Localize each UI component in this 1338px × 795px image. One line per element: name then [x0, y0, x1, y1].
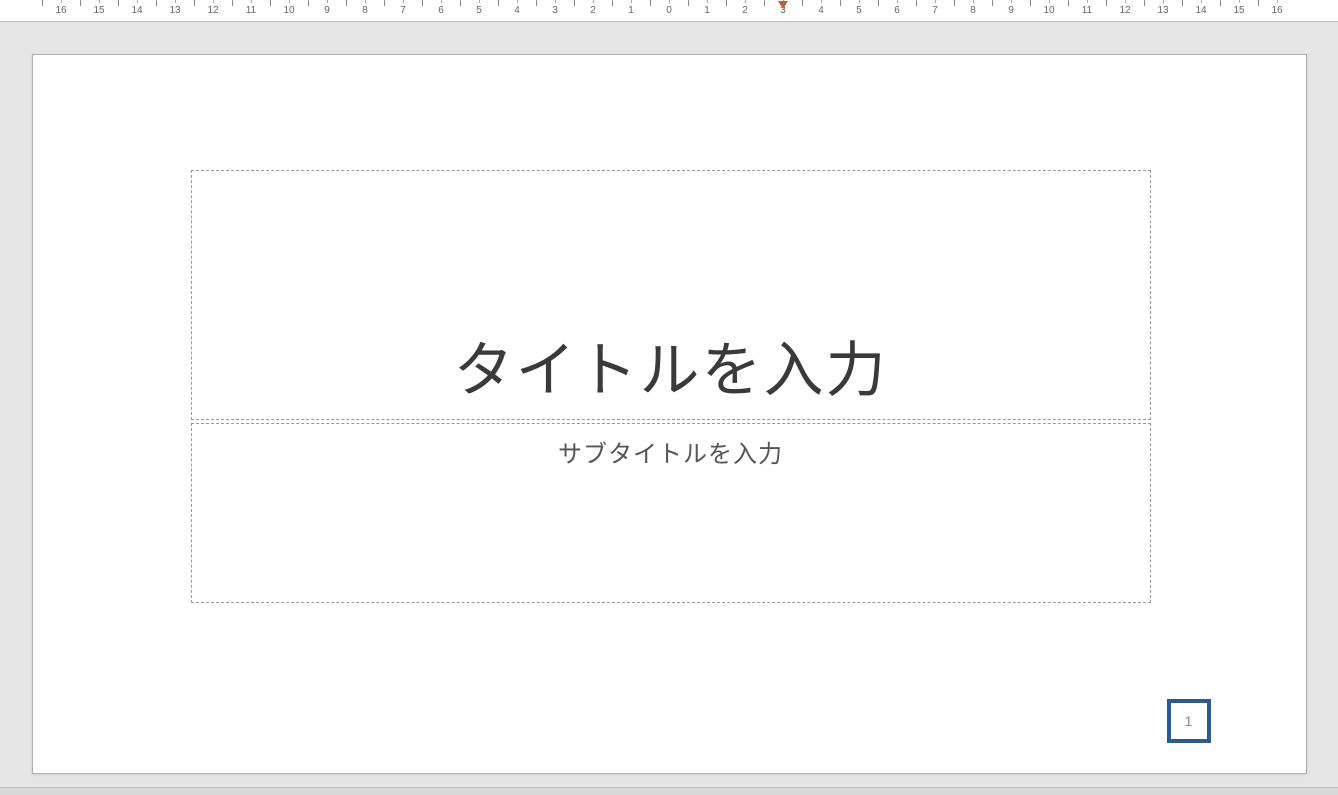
ruler-tick: 13	[1144, 0, 1182, 22]
slide-canvas-area[interactable]: タイトルを入力 サブタイトルを入力 1	[0, 22, 1338, 795]
ruler-tick: 1	[612, 0, 650, 22]
ruler-tick: 14	[118, 0, 156, 22]
page-number-box[interactable]: 1	[1167, 699, 1211, 743]
subtitle-placeholder-text: サブタイトルを入力	[558, 434, 783, 469]
ruler-tick: 0	[650, 0, 688, 22]
horizontal-ruler[interactable]: 1615141312111098765432101234567891011121…	[0, 0, 1338, 22]
ruler-tick: 5	[460, 0, 498, 22]
ruler-tick: 9	[308, 0, 346, 22]
ruler-tick: 13	[156, 0, 194, 22]
ruler-tick: 7	[384, 0, 422, 22]
ruler-tick: 2	[574, 0, 612, 22]
ruler-tick: 6	[878, 0, 916, 22]
ruler-tick: 10	[270, 0, 308, 22]
ruler-tick: 9	[992, 0, 1030, 22]
ruler-tick: 1	[688, 0, 726, 22]
ruler-tick: 16	[1258, 0, 1296, 22]
ruler-tick: 7	[916, 0, 954, 22]
ruler-tick: 14	[1182, 0, 1220, 22]
title-placeholder-box[interactable]: タイトルを入力	[191, 170, 1151, 420]
ruler-tick: 4	[802, 0, 840, 22]
ruler-tick: 3	[536, 0, 574, 22]
ruler-tick: 8	[346, 0, 384, 22]
ruler-tick: 16	[42, 0, 80, 22]
ruler-tick: 8	[954, 0, 992, 22]
ruler-tick: 2	[726, 0, 764, 22]
page-number: 1	[1185, 713, 1193, 729]
ruler-tick: 4	[498, 0, 536, 22]
title-placeholder-text: タイトルを入力	[454, 322, 888, 409]
ruler-indent-marker-icon[interactable]	[778, 1, 788, 9]
ruler-tick: 11	[1068, 0, 1106, 22]
ruler-tick: 15	[80, 0, 118, 22]
ruler-tick: 11	[232, 0, 270, 22]
ruler-tick: 5	[840, 0, 878, 22]
slide[interactable]: タイトルを入力 サブタイトルを入力 1	[32, 54, 1307, 774]
ruler-tick: 10	[1030, 0, 1068, 22]
bottom-scrollbar-strip[interactable]	[0, 787, 1338, 795]
ruler-tick: 15	[1220, 0, 1258, 22]
ruler-tick: 12	[1106, 0, 1144, 22]
ruler-tick: 12	[194, 0, 232, 22]
subtitle-placeholder-box[interactable]: サブタイトルを入力	[191, 423, 1151, 603]
ruler-tick: 6	[422, 0, 460, 22]
